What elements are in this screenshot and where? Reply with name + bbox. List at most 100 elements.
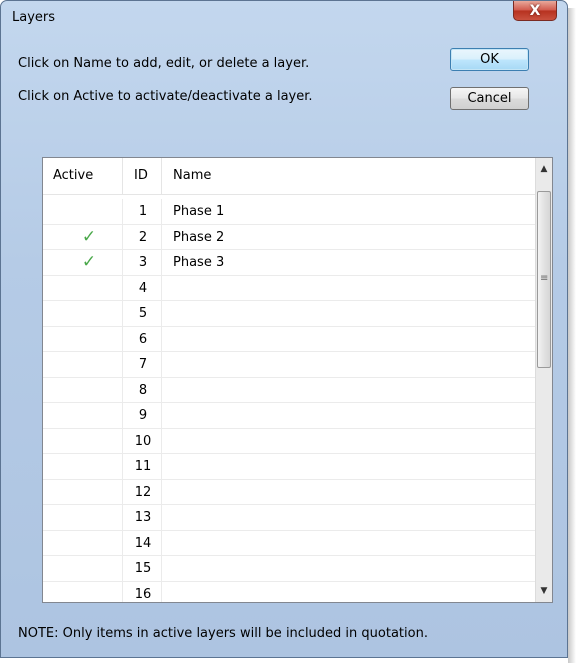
table-row[interactable]: ✓ 2 Phase 2 xyxy=(43,224,536,250)
row-divider xyxy=(122,250,123,275)
list-rows: 1 Phase 1 ✓ 2 Phase 2 ✓ 3 Phase 3 4 5 6 7 8 9 10 11 12 13… xyxy=(43,199,536,603)
row-id: 6 xyxy=(138,331,148,347)
row-divider xyxy=(122,530,123,556)
dialog-title: Layers xyxy=(12,10,56,25)
table-row[interactable]: 15 xyxy=(43,556,536,582)
row-divider xyxy=(161,275,162,301)
active-checkmark-icon[interactable] xyxy=(77,505,101,530)
table-row[interactable]: 6 xyxy=(43,326,536,352)
row-divider xyxy=(122,479,123,505)
row-id: 12 xyxy=(134,484,152,500)
row-divider xyxy=(161,403,162,428)
row-id: 3 xyxy=(138,255,148,270)
row-divider xyxy=(122,581,123,602)
row-id: 14 xyxy=(134,535,152,551)
row-divider xyxy=(122,377,123,403)
row-id: 13 xyxy=(134,510,152,525)
instruction-active: Click on Active to activate/deactivate a… xyxy=(18,89,313,104)
instruction-name: Click on Name to add, edit, or delete a … xyxy=(18,56,310,71)
row-id: 15 xyxy=(134,561,152,576)
column-header-name[interactable]: Name xyxy=(173,158,211,194)
row-divider xyxy=(161,581,162,602)
row-id: 2 xyxy=(138,229,148,245)
row-divider xyxy=(122,352,123,377)
row-divider xyxy=(122,199,123,224)
row-divider xyxy=(122,428,123,454)
window-shadow xyxy=(568,8,576,663)
table-row[interactable]: 9 xyxy=(43,403,536,429)
column-header-active[interactable]: Active xyxy=(53,158,93,194)
row-divider xyxy=(161,352,162,377)
row-divider xyxy=(122,454,123,479)
title-bar[interactable]: Layers X xyxy=(1,1,567,31)
row-divider xyxy=(122,326,123,352)
row-name[interactable]: Phase 3 xyxy=(173,250,224,275)
cancel-button[interactable]: Cancel xyxy=(450,87,529,110)
row-divider xyxy=(161,250,162,275)
row-id: 16 xyxy=(134,586,152,602)
row-divider xyxy=(122,403,123,428)
active-checkmark-icon[interactable] xyxy=(77,301,101,326)
table-row[interactable]: 11 xyxy=(43,454,536,480)
active-checkmark-icon[interactable] xyxy=(77,454,101,479)
active-checkmark-icon[interactable] xyxy=(77,276,101,301)
quotation-note: NOTE: Only items in active layers will b… xyxy=(18,626,428,641)
grip-icon: ≡ xyxy=(540,273,549,284)
row-divider xyxy=(161,530,162,556)
row-divider xyxy=(122,505,123,530)
row-id: 11 xyxy=(134,459,152,474)
row-divider xyxy=(161,454,162,479)
row-divider xyxy=(122,224,123,250)
table-row[interactable]: 16 xyxy=(43,581,536,603)
scroll-down-button[interactable]: ▼ xyxy=(536,583,552,600)
active-checkmark-icon[interactable] xyxy=(77,403,101,428)
table-row[interactable]: 14 xyxy=(43,530,536,556)
active-checkmark-icon[interactable] xyxy=(77,480,101,505)
table-row[interactable]: 8 xyxy=(43,377,536,403)
table-row[interactable]: ✓ 3 Phase 3 xyxy=(43,250,536,276)
close-button[interactable]: X xyxy=(513,1,557,21)
column-divider[interactable] xyxy=(161,158,162,194)
active-checkmark-icon[interactable] xyxy=(77,199,101,224)
active-checkmark-icon[interactable] xyxy=(77,582,101,603)
row-id: 4 xyxy=(138,280,148,296)
active-checkmark-icon[interactable]: ✓ xyxy=(77,225,101,250)
row-divider xyxy=(122,275,123,301)
active-checkmark-icon[interactable] xyxy=(77,352,101,377)
row-divider xyxy=(161,301,162,326)
table-row[interactable]: 1 Phase 1 xyxy=(43,199,536,225)
active-checkmark-icon[interactable] xyxy=(77,556,101,581)
table-row[interactable]: 10 xyxy=(43,428,536,454)
table-row[interactable]: 5 xyxy=(43,301,536,327)
row-name[interactable]: Phase 2 xyxy=(173,225,224,250)
active-checkmark-icon[interactable] xyxy=(77,429,101,454)
row-divider xyxy=(161,556,162,581)
row-name[interactable]: Phase 1 xyxy=(173,199,224,224)
chevron-down-icon: ▼ xyxy=(540,586,548,596)
row-divider xyxy=(161,224,162,250)
column-header-id[interactable]: ID xyxy=(134,158,148,194)
layers-list[interactable]: Active ID Name 1 Phase 1 ✓ 2 Phase 2 ✓ 3 Phase … xyxy=(42,157,553,603)
row-id: 7 xyxy=(138,357,148,372)
scroll-thumb[interactable]: ≡ xyxy=(537,191,551,368)
row-divider xyxy=(161,199,162,224)
table-row[interactable]: 4 xyxy=(43,275,536,301)
row-divider xyxy=(122,301,123,326)
row-id: 5 xyxy=(138,306,148,321)
row-divider xyxy=(161,326,162,352)
row-divider xyxy=(161,428,162,454)
table-row[interactable]: 7 xyxy=(43,352,536,378)
row-id: 8 xyxy=(138,382,148,398)
table-row[interactable]: 13 xyxy=(43,505,536,531)
vertical-scrollbar[interactable]: ▲ ≡ ▼ xyxy=(535,158,552,602)
row-id: 1 xyxy=(138,204,148,219)
active-checkmark-icon[interactable] xyxy=(77,327,101,352)
active-checkmark-icon[interactable] xyxy=(77,378,101,403)
scroll-up-button[interactable]: ▲ xyxy=(536,161,552,178)
column-divider[interactable] xyxy=(122,158,123,194)
active-checkmark-icon[interactable] xyxy=(77,531,101,556)
active-checkmark-icon[interactable]: ✓ xyxy=(77,250,101,275)
ok-button[interactable]: OK xyxy=(450,48,529,71)
table-row[interactable]: 12 xyxy=(43,479,536,505)
row-id: 10 xyxy=(134,433,152,449)
